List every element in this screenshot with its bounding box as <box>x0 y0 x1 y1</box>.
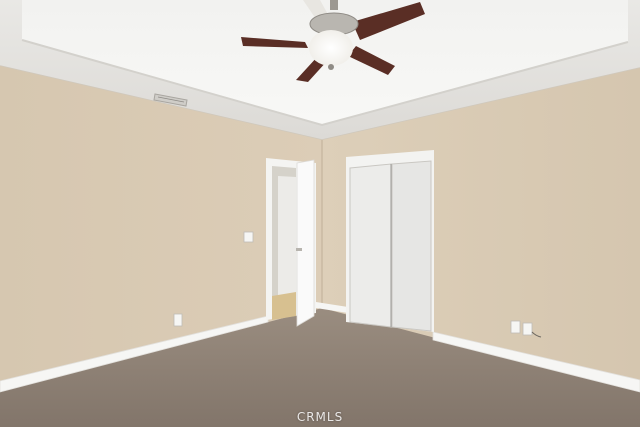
room-photo: CRMLS <box>0 0 640 427</box>
closet <box>346 150 434 332</box>
door-handle <box>296 248 302 251</box>
closet-door-left <box>349 163 392 328</box>
watermark-text: CRMLS <box>296 410 344 424</box>
light-switch <box>243 231 254 243</box>
bedroom-doorway <box>266 158 316 327</box>
fan-light <box>309 30 353 66</box>
closet-door-right <box>391 160 432 332</box>
wall-outlet-left <box>173 313 183 327</box>
phone-jack <box>522 322 533 336</box>
wall-outlet-right <box>510 320 521 334</box>
open-door <box>296 159 315 327</box>
room-illustration <box>0 0 640 427</box>
